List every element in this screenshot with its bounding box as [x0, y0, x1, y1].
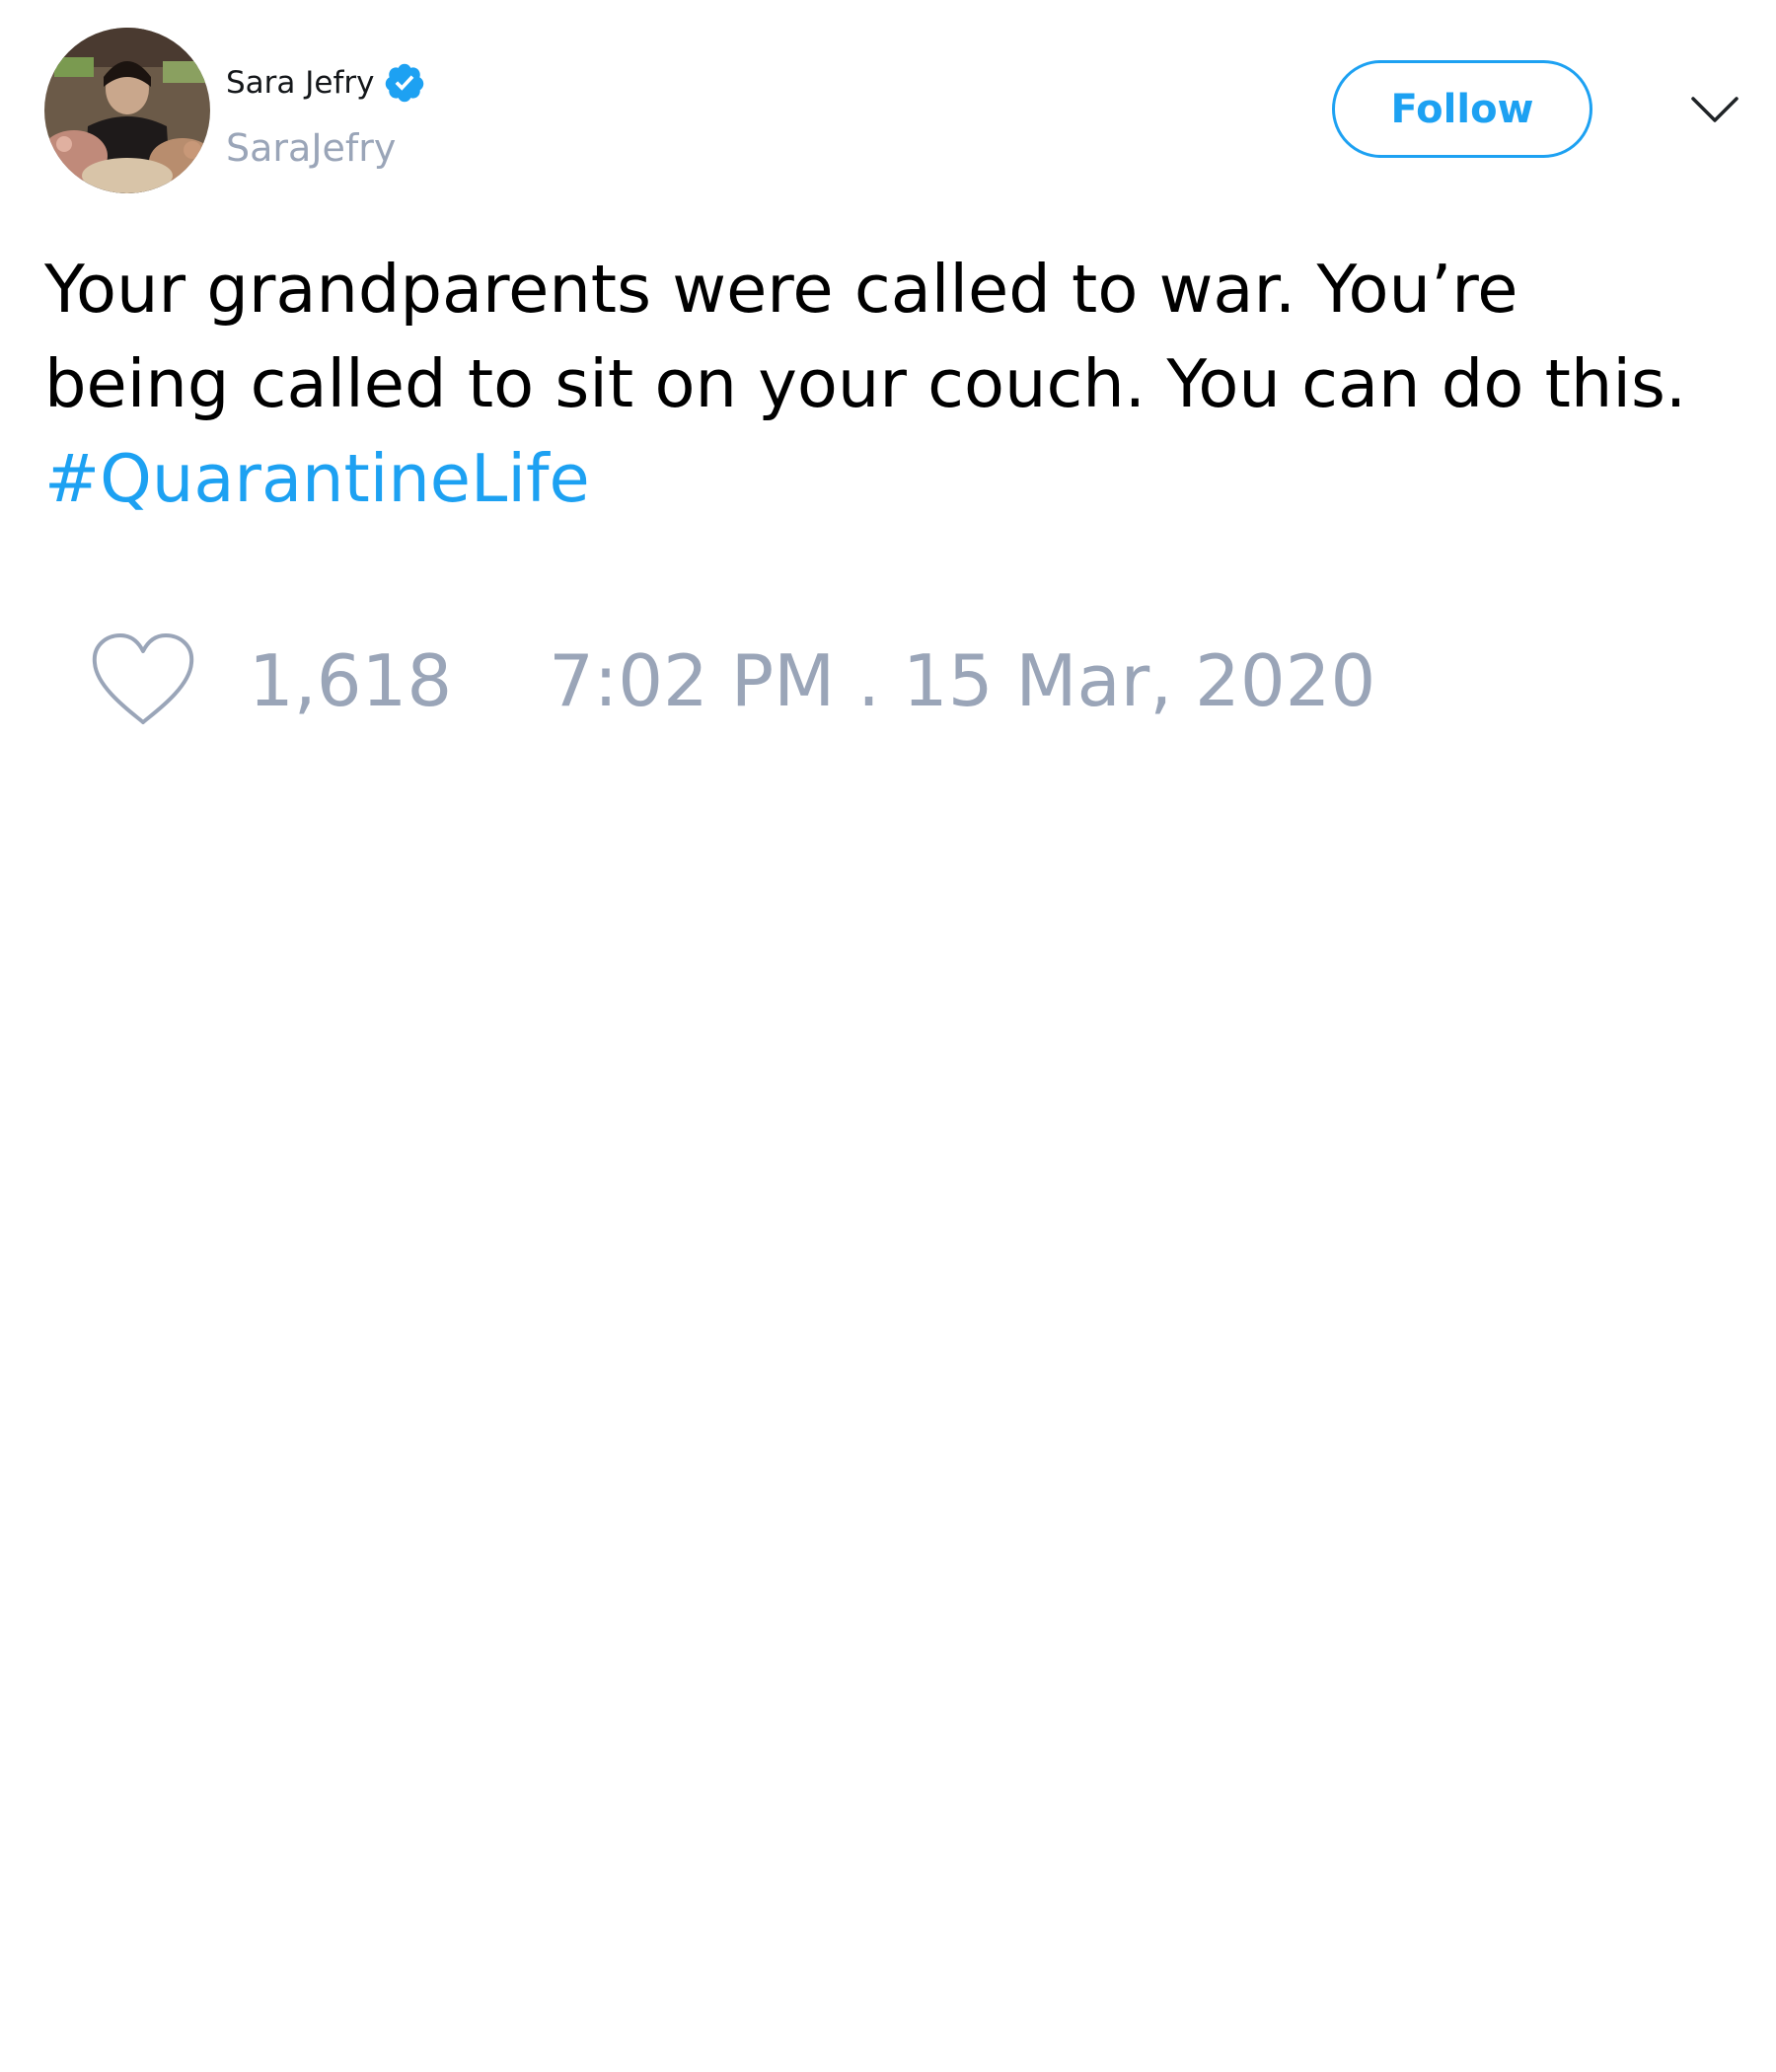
- like-count: 1,618: [249, 639, 453, 722]
- tweet-timestamp[interactable]: 7:02 PM . 15 Mar, 2020: [549, 639, 1375, 722]
- author-handle[interactable]: SaraJefry: [226, 126, 396, 170]
- hashtag-link[interactable]: #QuarantineLife: [44, 431, 1761, 526]
- avatar-photo: [44, 28, 210, 193]
- display-name[interactable]: Sara Jefry: [226, 65, 375, 101]
- chevron-down-icon[interactable]: [1689, 91, 1740, 128]
- author-name-row: Sara Jefry: [226, 61, 426, 105]
- avatar[interactable]: [44, 28, 210, 193]
- tweet-text-line-2: being called to sit on your couch. You c…: [44, 345, 1687, 422]
- tweet-meta: 1,618 7:02 PM . 15 Mar, 2020: [89, 631, 1375, 730]
- heart-icon[interactable]: [89, 631, 197, 730]
- tweet-card: Sara Jefry SaraJefry Follow Your grandpa…: [0, 0, 1776, 2072]
- follow-button[interactable]: Follow: [1332, 60, 1592, 158]
- tweet-text-line-1: Your grandparents were called to war. Yo…: [44, 251, 1518, 328]
- verified-badge-icon: [383, 61, 426, 105]
- tweet-text: Your grandparents were called to war. Yo…: [44, 242, 1761, 526]
